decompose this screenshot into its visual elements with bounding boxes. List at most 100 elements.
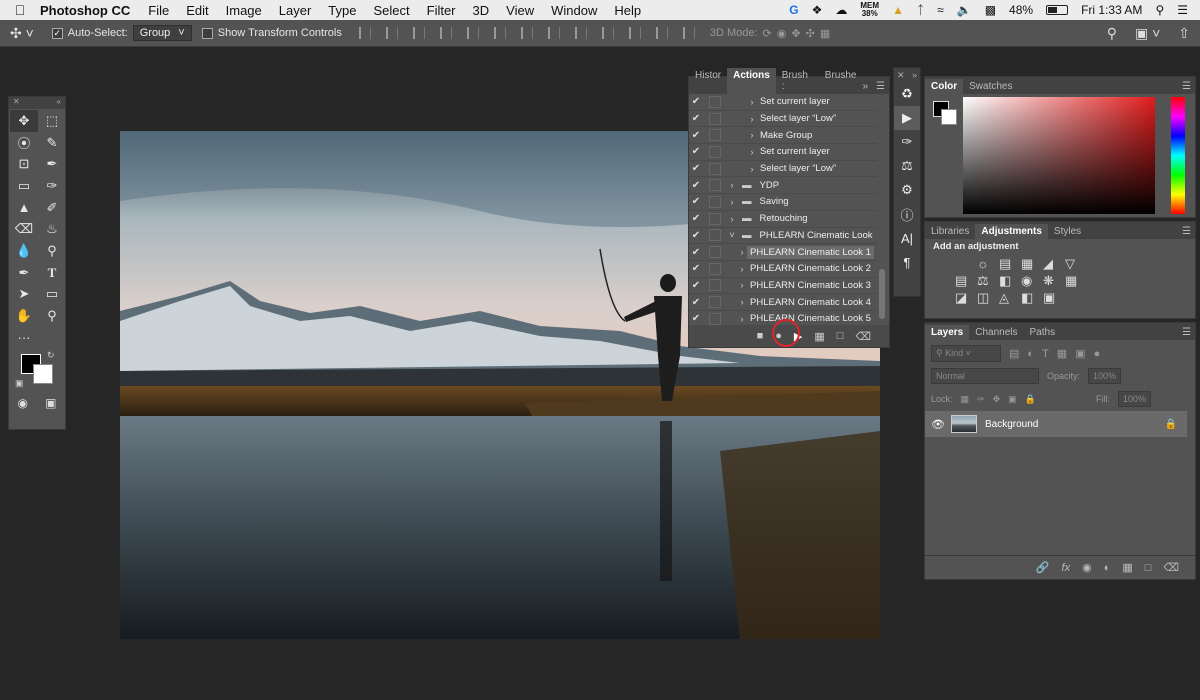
tab-libraries[interactable]: Libraries xyxy=(925,224,975,239)
curves-icon[interactable]: ▦ xyxy=(1021,256,1043,272)
collapse-dock-icon[interactable]: » xyxy=(912,70,917,80)
eyedropper-tool-icon[interactable]: ✒ xyxy=(38,153,66,175)
action-dialog-toggle[interactable] xyxy=(709,179,721,192)
action-row[interactable]: ✔ › PHLEARN Cinematic Look 2 xyxy=(689,261,877,278)
screen-mode-icon[interactable]: ▣ xyxy=(45,396,56,410)
quick-select-tool-icon[interactable]: ✎ xyxy=(38,132,66,154)
volume-icon[interactable]: 🔈 xyxy=(957,3,972,17)
color-spectrum-field[interactable] xyxy=(963,97,1155,214)
new-layer-icon[interactable]: □ xyxy=(1145,562,1152,574)
layers-menu-icon[interactable]: ☰ xyxy=(1182,327,1195,340)
close-tools-icon[interactable]: ✕ xyxy=(13,97,20,109)
lock-artboard-icon[interactable]: ▣ xyxy=(1008,394,1017,405)
menu-select[interactable]: Select xyxy=(373,3,409,18)
layer-style-fx-icon[interactable]: fx xyxy=(1062,562,1071,574)
history-brush-tool-icon[interactable]: ✐ xyxy=(38,197,66,219)
selective-color-icon[interactable]: ▣ xyxy=(1043,290,1065,306)
dodge-tool-icon[interactable]: ⚲ xyxy=(38,240,66,262)
tab-paths[interactable]: Paths xyxy=(1024,325,1062,340)
action-dialog-toggle[interactable] xyxy=(709,229,721,242)
control-menu-icon[interactable]: ☰ xyxy=(1177,3,1188,17)
action-row[interactable]: ✔ › Make Group xyxy=(689,127,877,145)
auto-select-checkbox[interactable]: ✓ xyxy=(51,27,63,39)
menu-help[interactable]: Help xyxy=(614,3,641,18)
path-selection-tool-icon[interactable]: ➤ xyxy=(10,284,38,306)
clone-stamp-tool-icon[interactable]: ▲ xyxy=(10,197,38,219)
zoom-tool-icon[interactable]: ⚲ xyxy=(38,305,66,327)
menu-3d[interactable]: 3D xyxy=(473,3,490,18)
wifi-icon[interactable]: ≈ xyxy=(937,3,944,17)
menu-edit[interactable]: Edit xyxy=(186,3,208,18)
action-row[interactable]: ✔ › PHLEARN Cinematic Look 4 xyxy=(689,294,877,311)
keyboard-flag-icon[interactable]: ▩ xyxy=(985,3,996,17)
tab-layers[interactable]: Layers xyxy=(925,325,970,340)
menu-view[interactable]: View xyxy=(506,3,534,18)
delete-layer-icon[interactable]: ⌫ xyxy=(1163,561,1179,574)
chevron-right-icon[interactable]: › xyxy=(727,180,737,190)
crop-tool-icon[interactable]: ⊡ xyxy=(10,153,38,175)
spotlight-search-icon[interactable]: ⚲ xyxy=(1155,3,1164,17)
tab-channels[interactable]: Channels xyxy=(969,325,1023,340)
align-hcenter-icon[interactable] xyxy=(466,27,479,39)
chevron-right-icon[interactable]: › xyxy=(747,114,757,124)
action-dialog-toggle[interactable] xyxy=(709,112,721,125)
menu-type[interactable]: Type xyxy=(328,3,356,18)
hand-tool-icon[interactable]: ✋ xyxy=(10,305,38,327)
distribute-hcenter-icon[interactable] xyxy=(628,27,641,39)
chevron-right-icon[interactable]: › xyxy=(737,264,747,274)
black-white-icon[interactable]: ◧ xyxy=(999,273,1021,289)
action-enabled-check[interactable]: ✔ xyxy=(689,146,703,157)
paragraph-panel-icon[interactable]: ¶ xyxy=(894,250,920,274)
clock[interactable]: Fri 1:33 AM xyxy=(1081,3,1142,17)
invert-icon[interactable]: ◪ xyxy=(955,290,977,306)
adjustments-menu-icon[interactable]: ☰ xyxy=(1182,226,1195,239)
menu-window[interactable]: Window xyxy=(551,3,597,18)
3d-orbit-icon[interactable]: ⟳ xyxy=(763,27,772,40)
dropbox-icon[interactable]: ❖ xyxy=(812,3,823,17)
action-dialog-toggle[interactable] xyxy=(709,195,721,208)
blend-mode-dropdown[interactable]: Normal xyxy=(931,368,1039,384)
action-enabled-check[interactable]: ✔ xyxy=(689,96,703,107)
action-dialog-toggle[interactable] xyxy=(709,95,721,108)
marquee-tool-icon[interactable]: ⬚ xyxy=(38,110,66,132)
action-dialog-toggle[interactable] xyxy=(709,246,721,259)
action-enabled-check[interactable]: ✔ xyxy=(689,247,703,258)
action-row[interactable]: ✔ › ▬ YDP xyxy=(689,177,877,195)
swap-colors-icon[interactable]: ↻ xyxy=(47,350,55,361)
channel-mixer-icon[interactable]: ❋ xyxy=(1043,273,1065,289)
new-group-icon[interactable]: ▦ xyxy=(1122,561,1132,574)
battery-percent[interactable]: 48% xyxy=(1009,3,1033,17)
tab-actions[interactable]: Actions xyxy=(727,68,776,94)
share-icon[interactable]: ⇧ xyxy=(1178,25,1190,42)
chevron-down-icon[interactable]: ˅ xyxy=(727,230,737,240)
chevron-right-icon[interactable]: › xyxy=(737,247,747,257)
layer-row-background[interactable]: 👁 Background 🔒 xyxy=(925,411,1187,437)
distribute-right-icon[interactable] xyxy=(655,27,668,39)
action-enabled-check[interactable]: ✔ xyxy=(689,213,703,224)
align-left-icon[interactable] xyxy=(439,27,452,39)
action-row[interactable]: ✔ › Select layer “Low” xyxy=(689,111,877,128)
filter-toggle-icon[interactable]: ● xyxy=(1094,348,1101,360)
mem-indicator[interactable]: MEM 38% xyxy=(860,2,879,18)
threshold-icon[interactable]: ◬ xyxy=(999,290,1021,306)
action-enabled-check[interactable]: ✔ xyxy=(689,196,703,207)
tab-brush[interactable]: Brush : xyxy=(776,68,819,94)
chevron-right-icon[interactable]: › xyxy=(747,164,757,174)
chevron-right-icon[interactable]: › xyxy=(737,314,747,324)
posterize-icon[interactable]: ◫ xyxy=(977,290,999,306)
action-enabled-check[interactable]: ✔ xyxy=(689,163,703,174)
move-tool-icon[interactable]: ✥ xyxy=(10,110,38,132)
battery-icon[interactable] xyxy=(1046,5,1069,15)
exposure-icon[interactable]: ◢ xyxy=(1043,256,1065,272)
move-tool-preset-icon[interactable]: ✣ ˅ xyxy=(10,25,34,42)
action-enabled-check[interactable]: ✔ xyxy=(689,180,703,191)
brightness-contrast-icon[interactable]: ☼ xyxy=(977,256,999,272)
filter-type-icon[interactable]: T xyxy=(1042,348,1049,360)
distribute-vcenter-icon[interactable] xyxy=(547,27,560,39)
filter-smart-object-icon[interactable]: ▣ xyxy=(1075,347,1085,360)
new-set-folder-icon[interactable]: ▦ xyxy=(814,330,824,343)
more-tools-icon[interactable]: ··· xyxy=(10,327,38,349)
filter-shape-icon[interactable]: ▦ xyxy=(1057,347,1067,360)
action-dialog-toggle[interactable] xyxy=(709,145,721,158)
google-g-icon[interactable]: G xyxy=(789,3,798,17)
